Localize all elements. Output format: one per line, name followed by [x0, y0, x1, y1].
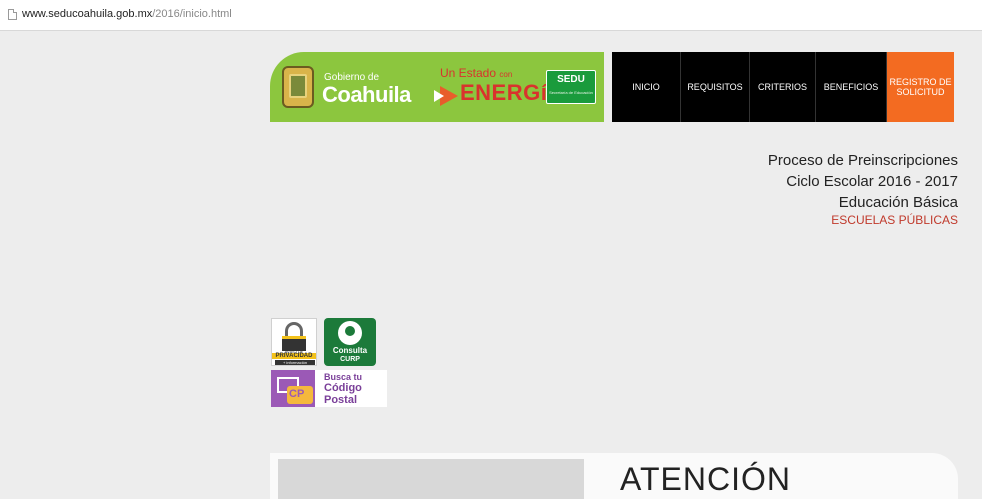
nav-criterios[interactable]: CRITERIOS	[749, 52, 815, 122]
estado-text: Un Estado	[440, 66, 497, 80]
url-domain: www.seducoahuila.gob.mx	[22, 8, 153, 20]
energia-arrow-inner-icon	[434, 90, 444, 102]
registro-line1: REGISTRO DE	[889, 77, 952, 87]
coahuila-seal-icon	[282, 66, 314, 108]
process-info: Proceso de Preinscripciones Ciclo Escola…	[768, 150, 958, 227]
curp-person-icon	[338, 321, 362, 345]
estado-label: Un Estado con	[440, 66, 512, 80]
info-line-2: Ciclo Escolar 2016 - 2017	[786, 173, 958, 190]
panel-image-placeholder	[278, 459, 584, 499]
consulta-curp-link[interactable]: Consulta CURP	[324, 318, 376, 366]
curp-line2: CURP	[340, 356, 360, 363]
privacidad-label: PRIVACIDAD	[272, 353, 316, 359]
aviso-privacidad-link[interactable]: AVISO DE PRIVACIDAD + información	[271, 318, 317, 366]
sedu-sub-label: Secretaría de Educación	[549, 90, 593, 95]
sedu-logo[interactable]: SEDU Secretaría de Educación	[546, 70, 596, 104]
cp-badge-label: CP	[289, 388, 305, 400]
info-line-4: ESCUELAS PÚBLICAS	[831, 213, 958, 227]
codigo-postal-link[interactable]: CP Busca tu Código Postal	[271, 370, 387, 407]
atencion-title: ATENCIÓN	[620, 461, 791, 497]
registro-line2: SOLICITUD	[896, 87, 945, 97]
url-path: /2016/inicio.html	[152, 8, 232, 20]
document-icon	[8, 9, 17, 20]
info-line-3: Educación Básica	[838, 194, 958, 211]
cp-line2: Código	[324, 382, 362, 394]
estado-con-text: con	[499, 70, 513, 79]
sedu-label: SEDU	[557, 74, 585, 85]
header-banner: Gobierno de Coahuila Un Estado con ENERG…	[270, 52, 604, 122]
cp-line1: Busca tu	[324, 372, 363, 382]
atencion-panel: ATENCIÓN	[270, 453, 958, 499]
nav-requisitos[interactable]: REQUISITOS	[680, 52, 749, 122]
cp-line3: Postal	[324, 394, 358, 406]
privacidad-sub-label: + información	[275, 360, 315, 365]
nav-registro-solicitud[interactable]: REGISTRO DE SOLICITUD	[886, 52, 954, 122]
info-line-1: Proceso de Preinscripciones	[767, 152, 958, 169]
coahuila-label: Coahuila	[322, 82, 411, 107]
nav-beneficios[interactable]: BENEFICIOS	[815, 52, 886, 122]
url-bar[interactable]: www.seducoahuila.gob.mx/2016/inicio.html	[0, 0, 982, 31]
curp-line1: Consulta	[332, 346, 368, 355]
url-text[interactable]: www.seducoahuila.gob.mx/2016/inicio.html	[22, 8, 232, 20]
main-nav: INICIO REQUISITOS CRITERIOS BENEFICIOS R…	[612, 52, 954, 122]
nav-inicio[interactable]: INICIO	[612, 52, 680, 122]
